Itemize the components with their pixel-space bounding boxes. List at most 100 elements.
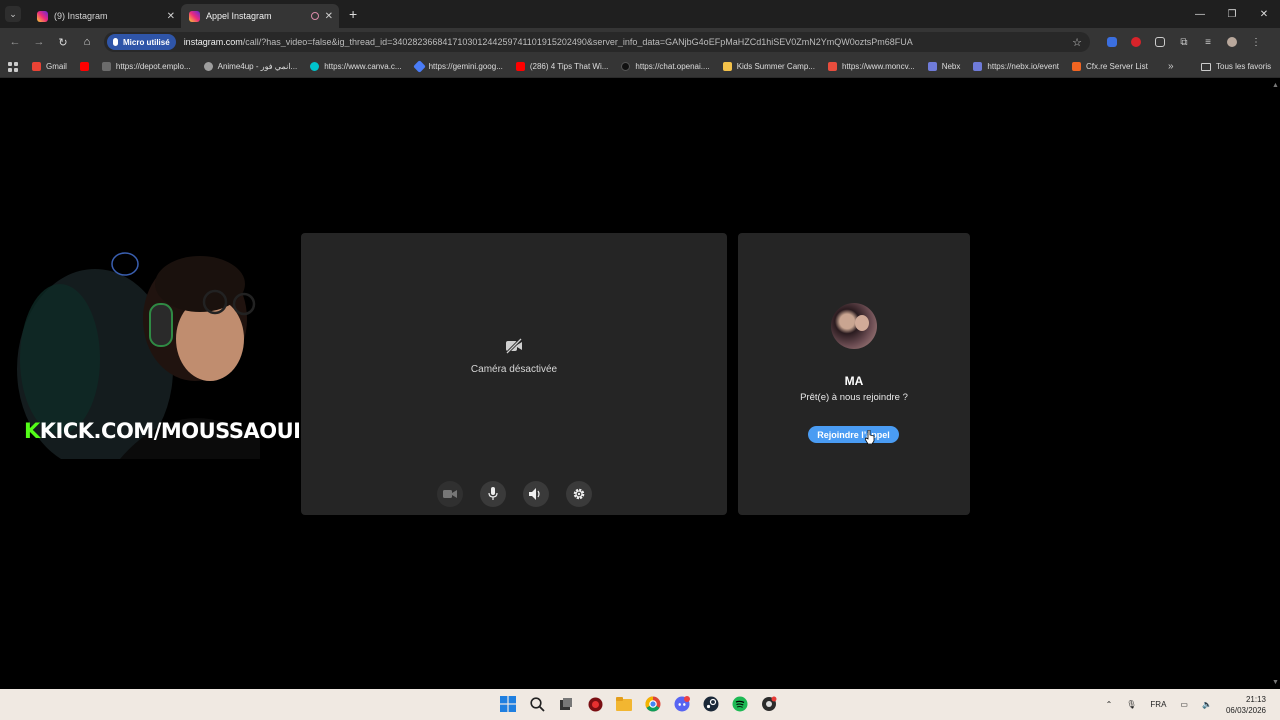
join-call-button[interactable]: Rejoindre l’appel [808,426,899,443]
microphone-toggle-button[interactable] [479,481,506,507]
forward-icon[interactable]: → [27,36,51,48]
tab-search-icon[interactable]: ⌄ [5,6,21,22]
kick-channel-watermark: KKICK.COM/MOUSSAOUI [24,419,301,443]
app-red-circle-icon[interactable] [585,694,605,714]
canva-icon [310,62,320,71]
minimize-icon[interactable]: — [1184,9,1216,20]
task-view-icon[interactable] [556,694,576,714]
more-bookmarks-icon[interactable]: » [1168,61,1174,72]
nebx-icon [973,62,983,71]
extensions-area: ⧉ ≡ ⋮ [1100,28,1268,56]
profile-avatar-icon[interactable] [1220,35,1244,49]
menu-kebab-icon[interactable]: ⋮ [1244,35,1268,49]
steam-icon[interactable] [701,694,721,714]
video-camera-icon [442,490,457,498]
microphone-icon [113,38,118,46]
youtube-icon [79,62,89,71]
network-icon[interactable]: ▭ [1180,700,1188,709]
youtube-icon [515,62,525,71]
bookmark-youtube-video[interactable]: (286) 4 Tips That Wi... [515,62,608,71]
scroll-down-icon[interactable]: ▼ [1272,679,1279,686]
folder-icon [1201,62,1211,71]
bookmark-nebx-event[interactable]: https://nebx.io/event [973,62,1059,71]
mic-chip-label: Micro utilisé [123,37,170,47]
address-bar[interactable]: Micro utilisé instagram.com/call/?has_vi… [104,32,1090,52]
call-page: KKICK.COM/MOUSSAOUI Caméra désactivée MA… [0,79,1270,689]
bookmark-moncv[interactable]: https://www.moncv... [827,62,915,71]
speaker-icon [529,488,540,500]
speaker-toggle-button[interactable] [522,481,549,507]
bookmark-canva[interactable]: https://www.canva.c... [310,62,402,71]
instagram-favicon-icon [189,10,200,22]
cfx-icon [1072,62,1081,71]
camera-off-label: Caméra désactivée [470,364,558,375]
close-tab-icon[interactable]: ✕ [167,11,175,22]
apps-grid-icon[interactable] [8,61,18,72]
bookmarks-bar: Gmail https://depot.emplo... Anime4up - … [0,56,1280,78]
language-indicator[interactable]: FRA [1150,700,1166,709]
chrome-icon[interactable] [643,694,663,714]
system-tray: ⌃ 🎙 FRA ▭ 🔈 21:13 06/03/2026 [1106,689,1280,720]
gear-icon [573,488,584,500]
bookmark-depot[interactable]: https://depot.emplo... [101,62,191,71]
file-explorer-icon[interactable] [614,694,634,714]
tray-microphone-icon[interactable]: 🎙 [1126,700,1136,709]
tab-title: (9) Instagram [54,11,108,21]
globe-icon [203,62,213,71]
tab-instagram[interactable]: (9) Instagram ✕ [29,4,181,28]
callee-name: MA [844,374,864,388]
windows-start-icon[interactable] [498,694,518,714]
bookmark-chatgpt[interactable]: https://chat.openai.... [621,62,710,71]
tab-instagram-call[interactable]: Appel Instagram ✕ [181,4,339,28]
reload-icon[interactable]: ↻ [51,36,75,49]
all-bookmarks-folder[interactable]: Tous les favoris [1201,62,1271,71]
bookmark-kids-camp[interactable]: Kids Summer Camp... [722,62,815,71]
restore-icon[interactable]: ❐ [1216,9,1248,20]
volume-icon[interactable]: 🔈 [1202,700,1212,709]
windows-taskbar: ⌃ 🎙 FRA ▭ 🔈 21:13 06/03/2026 [0,689,1280,720]
bookmark-gmail[interactable]: Gmail [32,62,67,71]
camera-off-icon [505,338,523,354]
bookmark-gemini[interactable]: https://gemini.goog... [412,60,503,73]
home-icon[interactable]: ⌂ [75,36,99,48]
spotify-icon[interactable] [730,694,750,714]
puzzle-icon[interactable]: ⧉ [1172,35,1196,49]
video-toggle-button[interactable] [436,481,463,507]
settings-button[interactable] [565,481,592,507]
media-controls-icon[interactable]: ≡ [1196,35,1220,49]
bookmark-nebx[interactable]: Nebx [927,62,960,71]
url-text[interactable]: instagram.com/call/?has_video=false&ig_t… [184,37,1054,47]
close-tab-icon[interactable]: ✕ [325,11,333,22]
mic-in-use-chip[interactable]: Micro utilisé [107,34,176,50]
page-icon [722,62,732,71]
taskbar-clock[interactable]: 21:13 06/03/2026 [1226,694,1266,716]
tray-overflow-icon[interactable]: ⌃ [1106,700,1113,709]
bookmark-youtube[interactable] [79,62,89,71]
bookmark-star-icon[interactable]: ☆ [1072,36,1082,49]
extension-icon[interactable] [1100,35,1124,49]
nebx-icon [927,62,937,71]
page-scrollbar[interactable]: ▲ ▼ [1270,79,1280,689]
callee-avatar [831,303,877,349]
gemini-icon [412,60,426,73]
search-icon[interactable] [527,694,547,714]
gmail-icon [32,62,41,71]
extension-icon[interactable] [1124,35,1148,49]
scroll-up-icon[interactable]: ▲ [1272,82,1279,89]
clock-time: 21:13 [1245,694,1266,704]
clock-date: 06/03/2026 [1225,705,1266,715]
discord-icon[interactable] [672,694,692,714]
extension-icon[interactable] [1148,35,1172,49]
close-window-icon[interactable]: ✕ [1248,9,1280,20]
browser-toolbar: ← → ↻ ⌂ Micro utilisé instagram.com/call… [0,28,1280,56]
app-dark-circle-icon[interactable] [759,694,779,714]
microphone-icon [487,487,498,500]
tab-title: Appel Instagram [206,11,272,21]
new-tab-icon[interactable]: + [349,6,357,22]
bookmark-anime4up[interactable]: Anime4up - انمي فور... [203,62,297,71]
call-controls [301,481,727,507]
url-path: /call/?has_video=false&ig_thread_id=3402… [242,37,913,47]
instagram-favicon-icon [37,10,48,22]
back-icon[interactable]: ← [3,36,27,48]
bookmark-cfx[interactable]: Cfx.re Server List [1072,62,1148,71]
